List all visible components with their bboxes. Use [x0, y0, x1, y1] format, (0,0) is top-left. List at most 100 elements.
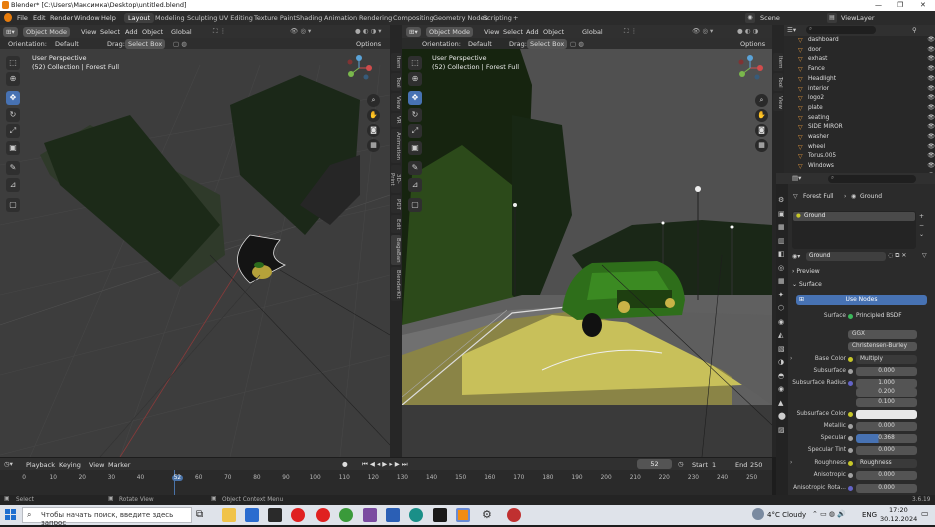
material-prop-field[interactable]: 0.000: [856, 367, 917, 376]
material-prop-field[interactable]: 0.000: [856, 446, 917, 455]
move-tool-icon[interactable]: ✥: [408, 91, 422, 105]
visibility-eye-icon[interactable]: 👁: [927, 114, 935, 121]
measure-tool-icon[interactable]: ⊿: [408, 178, 422, 192]
transform-tool-icon[interactable]: ▣: [6, 141, 20, 155]
language-indicator[interactable]: ENG: [862, 511, 877, 519]
move-tool-icon[interactable]: ✥: [6, 91, 20, 105]
current-frame-field[interactable]: 52: [637, 459, 672, 469]
menu-add[interactable]: Add: [526, 28, 539, 36]
taskbar-search-box[interactable]: ⌕ Чтобы начать поиск, введите здесь запр…: [22, 507, 192, 523]
fake-user-icon[interactable]: ◌ ⧉ ✕: [888, 252, 906, 260]
outliner-item[interactable]: ▽Windows👁◙: [784, 162, 935, 172]
pan-hand-icon[interactable]: ✋: [755, 109, 768, 122]
menu-add[interactable]: Add: [125, 28, 138, 36]
visibility-eye-icon[interactable]: 👁: [927, 94, 935, 101]
material-slot-row[interactable]: ● Ground: [793, 212, 915, 221]
navigation-gizmo[interactable]: [344, 53, 374, 83]
visibility-eye-icon[interactable]: 👁: [927, 75, 935, 82]
npanel-tab-3dprint[interactable]: 3D-Print: [391, 165, 401, 193]
notifications-icon[interactable]: ▭: [921, 509, 929, 518]
npanel-tab-tool[interactable]: Tool: [391, 73, 401, 91]
expand-socket-icon[interactable]: ›: [790, 460, 792, 466]
menu-playback[interactable]: Playback: [26, 461, 55, 469]
add-workspace-button[interactable]: +: [509, 13, 522, 23]
visibility-eye-icon[interactable]: 👁: [927, 36, 935, 43]
npanel-tab-vr[interactable]: VR: [391, 113, 401, 127]
mode-selector[interactable]: Object Mode: [23, 27, 70, 37]
menu-object[interactable]: Object: [142, 28, 163, 36]
material-prop-field[interactable]: 0.200: [856, 388, 917, 397]
visibility-eye-icon[interactable]: 👁: [927, 123, 935, 130]
use-nodes-button[interactable]: ⊞ Use Nodes: [796, 295, 927, 305]
scene-icon[interactable]: ◉: [745, 13, 755, 23]
chrome-icon[interactable]: [339, 508, 353, 522]
surface-shader-value[interactable]: Principled BSDF: [856, 313, 902, 319]
properties-editor-icon[interactable]: ▤▾: [792, 174, 801, 182]
measure-tool-icon[interactable]: ⊿: [6, 178, 20, 192]
file-explorer-icon[interactable]: [222, 508, 236, 522]
preview-panel-header[interactable]: › Preview: [792, 268, 820, 275]
outliner-item[interactable]: ▽interior👁◙: [784, 85, 935, 95]
material-prop-field[interactable]: Multiply: [856, 355, 917, 364]
playback-controls[interactable]: ⏮ ◀ ◂ ▶ ▸ ▶ ⏭: [362, 460, 408, 469]
menu-keying[interactable]: Keying: [59, 461, 81, 469]
outliner-item[interactable]: ▽logo2👁◙: [784, 94, 935, 104]
npanel-tab-edit[interactable]: Edit: [391, 215, 401, 233]
distribution-dropdown[interactable]: GGX: [848, 330, 917, 339]
visibility-eye-icon[interactable]: 👁: [927, 55, 935, 62]
weather-cloud-icon[interactable]: [752, 508, 764, 520]
drag-dropdown[interactable]: Select Box: [527, 39, 567, 49]
menu-select[interactable]: Select: [503, 28, 523, 36]
outliner-item[interactable]: ▽SIDE MIROR👁◙: [784, 123, 935, 133]
material-prop-field[interactable]: 0.000: [856, 471, 917, 480]
overlay-icons[interactable]: 👁 ◎ ▾: [692, 27, 713, 35]
visibility-eye-icon[interactable]: 👁: [927, 85, 935, 92]
visibility-eye-icon[interactable]: 👁: [927, 104, 935, 111]
menu-file[interactable]: File: [17, 14, 28, 22]
menu-view[interactable]: View: [89, 461, 104, 469]
drag-extra-icons[interactable]: ▢ ◍: [173, 40, 187, 48]
scale-tool-icon[interactable]: ⤢: [6, 124, 20, 138]
npanel-tab-bagaban[interactable]: BagaBan: [391, 235, 401, 265]
npanel-tab-blenderkit[interactable]: BlenderKit: [391, 267, 401, 301]
menu-view[interactable]: View: [484, 28, 499, 36]
material-prop-field[interactable]: 0.100: [856, 398, 917, 407]
scene-selector[interactable]: Scene: [760, 14, 780, 22]
outliner-item[interactable]: ▽wheel👁◙: [784, 143, 935, 153]
camera-icon[interactable]: ◙: [755, 124, 768, 137]
material-prop-field[interactable]: [856, 410, 917, 419]
outliner-item[interactable]: ▽exhast👁◙: [784, 55, 935, 65]
options-dropdown[interactable]: Options: [740, 40, 765, 48]
filter-icon[interactable]: ⚲: [912, 26, 917, 34]
outliner-item[interactable]: ▽Fance👁◙: [784, 65, 935, 75]
cursor-tool-icon[interactable]: ⊕: [6, 72, 20, 86]
drag-dropdown[interactable]: Select Box: [125, 39, 165, 49]
yandex-icon[interactable]: [316, 508, 330, 522]
shading-buttons[interactable]: ● ◐ ◑ ▾: [355, 27, 381, 35]
viewport-left[interactable]: ⊞▾ Object Mode View Select Add Object Gl…: [0, 25, 390, 457]
add-cube-tool-icon[interactable]: ▢: [6, 198, 20, 212]
auto-key-icon[interactable]: ●: [342, 460, 348, 468]
end-frame-field[interactable]: 250: [750, 461, 762, 469]
properties-search-input[interactable]: ⌕: [828, 175, 916, 183]
viewport-right[interactable]: ⊞▾ Object Mode View Select Add Object Gl…: [402, 25, 772, 457]
menu-object[interactable]: Object: [543, 28, 564, 36]
orientation-dropdown[interactable]: Default: [468, 40, 492, 48]
tab-layout[interactable]: Layout: [124, 13, 154, 23]
visibility-eye-icon[interactable]: 👁: [927, 143, 935, 150]
material-prop-field[interactable]: 0.000: [856, 422, 917, 431]
npanel-tab-pdt[interactable]: PDT: [391, 195, 401, 213]
task-view-icon[interactable]: ⧉: [196, 508, 210, 522]
slot-side-buttons[interactable]: +−⌄: [919, 212, 924, 239]
blender-taskbar-icon[interactable]: [456, 508, 470, 522]
outliner-item[interactable]: ▽plate👁◙: [784, 104, 935, 114]
browse-material-icon[interactable]: ◉▾: [792, 253, 800, 260]
menu-window[interactable]: Window: [74, 14, 100, 22]
outliner-item[interactable]: ▽washer👁◙: [784, 133, 935, 143]
surface-panel-header[interactable]: ⌄ Surface: [792, 281, 822, 288]
npanel-tab-view[interactable]: View: [391, 93, 401, 111]
transform-tool-icon[interactable]: ▣: [408, 141, 422, 155]
view-layer-icon[interactable]: ▤: [827, 13, 837, 23]
mail-icon[interactable]: [245, 508, 259, 522]
annotate-tool-icon[interactable]: ✎: [408, 161, 422, 175]
